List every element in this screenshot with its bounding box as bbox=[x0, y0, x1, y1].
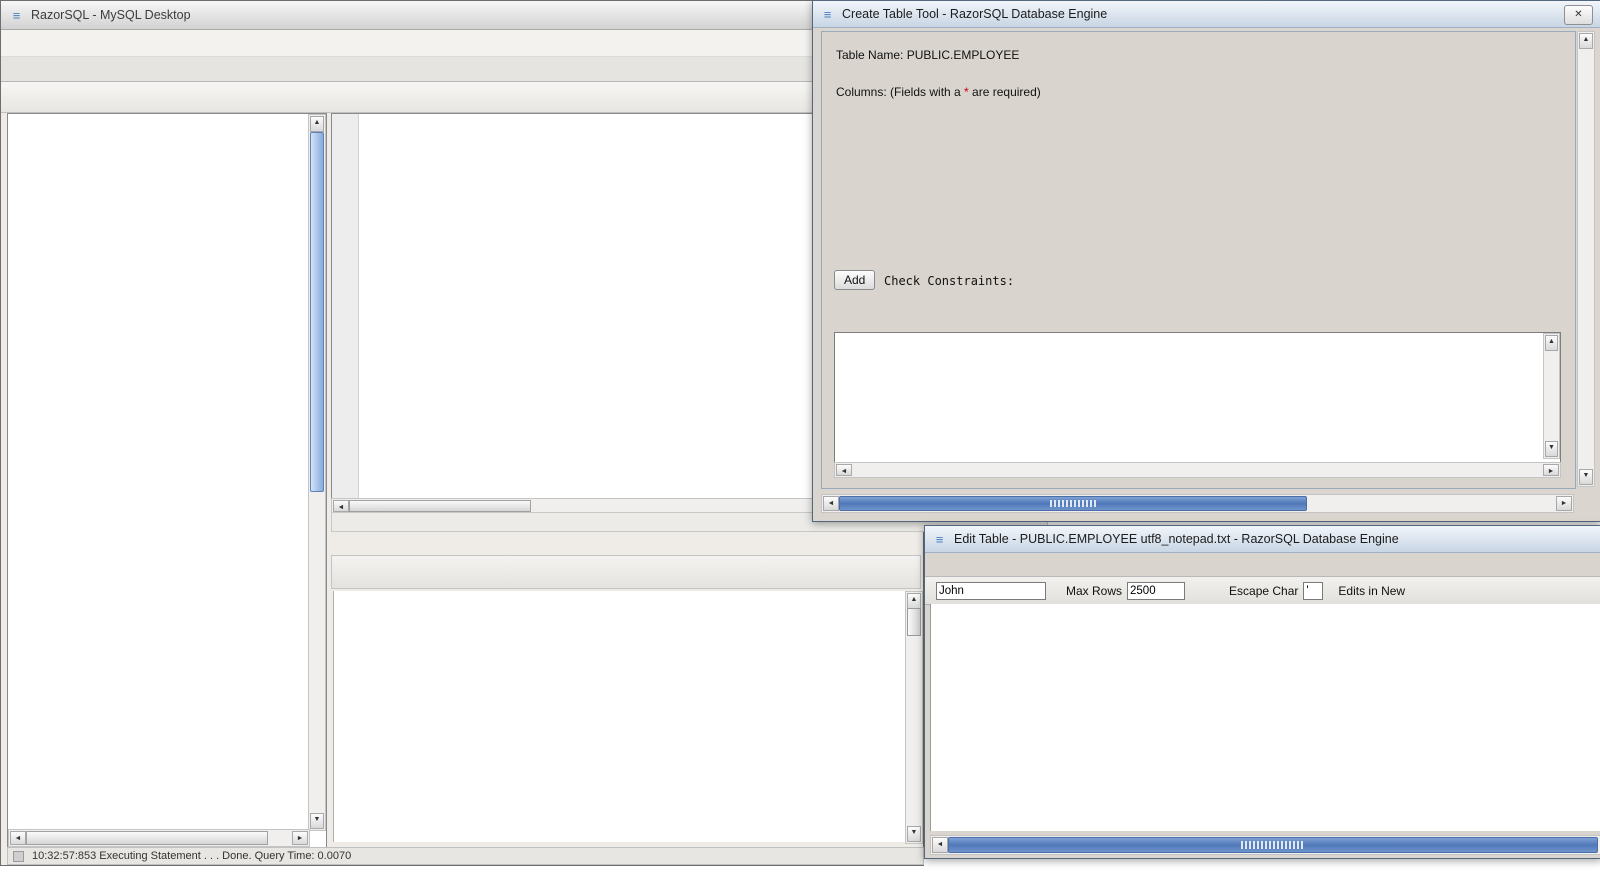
status-icon bbox=[13, 850, 24, 862]
main-status-bar: 10:32:57:853 Executing Statement . . . D… bbox=[7, 847, 924, 865]
scroll-down-icon[interactable]: ▼ bbox=[310, 813, 324, 829]
razorsql-app-icon: ≡ bbox=[935, 531, 944, 547]
scroll-up-icon[interactable]: ▲ bbox=[907, 593, 921, 609]
razorsql-app-icon: ≡ bbox=[12, 7, 21, 23]
scroll-left-icon[interactable]: ◄ bbox=[333, 500, 349, 512]
edit-table-tab-bar bbox=[925, 552, 930, 576]
add-column-button[interactable]: Add bbox=[834, 270, 876, 290]
status-message: 10:32:57:853 Executing Statement . . . D… bbox=[32, 850, 352, 862]
edit-table-window: ≡ Edit Table - PUBLIC.EMPLOYEE utf8_note… bbox=[924, 525, 1600, 859]
edits-in-new-label: Edits in New bbox=[1338, 583, 1406, 598]
results-vertical-scrollbar[interactable]: ▲ ▼ bbox=[905, 591, 923, 844]
desktop: ≡ RazorSQL - MySQL Desktop ▲ ▼ ◄ ► ◄ ► bbox=[0, 0, 1600, 882]
scroll-left-icon[interactable]: ◄ bbox=[823, 496, 839, 511]
edit-table-titlebar[interactable]: ≡ Edit Table - PUBLIC.EMPLOYEE utf8_note… bbox=[925, 526, 1600, 553]
sql-horizontal-scrollbar[interactable]: ◄ ► bbox=[834, 462, 1561, 478]
window-vertical-scrollbar[interactable]: ▲ ▼ bbox=[1577, 31, 1595, 487]
scroll-down-icon[interactable]: ▼ bbox=[1545, 441, 1558, 457]
tree-scroll-thumb[interactable] bbox=[310, 132, 324, 492]
scroll-right-icon[interactable]: ► bbox=[1543, 464, 1559, 476]
main-toolbar bbox=[1, 82, 923, 113]
go-max-rows-icon[interactable] bbox=[1190, 581, 1210, 601]
results-grid[interactable] bbox=[333, 591, 906, 842]
scroll-left-icon[interactable]: ◄ bbox=[836, 464, 852, 476]
scroll-right-icon[interactable]: ► bbox=[292, 831, 308, 845]
main-window: ≡ RazorSQL - MySQL Desktop ▲ ▼ ◄ ► ◄ ► bbox=[0, 0, 1048, 866]
create-table-window: ≡ Create Table Tool - RazorSQL Database … bbox=[812, 0, 1600, 522]
table-name-label: Table Name: PUBLIC.EMPLOYEE bbox=[836, 48, 1020, 62]
create-table-body: Table Name: PUBLIC.EMPLOYEE Columns: (Fi… bbox=[821, 31, 1576, 489]
find-value-input[interactable] bbox=[936, 581, 1046, 600]
main-window-title: RazorSQL - MySQL Desktop bbox=[31, 8, 191, 22]
tree-vertical-scrollbar[interactable]: ▲ ▼ bbox=[308, 114, 326, 831]
tree-horizontal-scrollbar[interactable]: ◄ ► bbox=[8, 829, 310, 847]
main-titlebar[interactable]: ≡ RazorSQL - MySQL Desktop bbox=[1, 1, 923, 30]
scroll-up-icon[interactable]: ▲ bbox=[310, 116, 324, 132]
check-constraints-label: Check Constraints: bbox=[884, 274, 1015, 288]
edit-grid-hscroll-thumb[interactable] bbox=[948, 837, 1598, 853]
create-table-titlebar[interactable]: ≡ Create Table Tool - RazorSQL Database … bbox=[813, 1, 1600, 28]
tree-hscroll-thumb[interactable] bbox=[26, 831, 268, 845]
create-table-title: Create Table Tool - RazorSQL Database En… bbox=[842, 7, 1108, 21]
escape-char-label: Escape Char bbox=[1229, 583, 1299, 598]
results-toolbar bbox=[331, 555, 921, 589]
max-rows-label: Max Rows bbox=[1066, 583, 1123, 598]
edit-table-toolbar: Max Rows Escape Char Edits in New bbox=[925, 576, 1600, 605]
connection-tab-bar bbox=[1, 57, 923, 82]
scroll-up-icon[interactable]: ▲ bbox=[1579, 33, 1593, 49]
scroll-right-icon[interactable]: ► bbox=[1556, 496, 1572, 511]
scroll-down-icon[interactable]: ▼ bbox=[907, 826, 921, 842]
window-hscroll-thumb[interactable] bbox=[839, 496, 1307, 511]
database-tree-panel: ▲ ▼ ◄ ► bbox=[7, 113, 327, 848]
editor-hscroll-thumb[interactable] bbox=[349, 500, 531, 512]
scroll-left-icon[interactable]: ◄ bbox=[932, 837, 948, 853]
max-rows-input[interactable] bbox=[1127, 581, 1186, 600]
result-tab-bar bbox=[331, 530, 924, 555]
scroll-left-icon[interactable]: ◄ bbox=[10, 831, 26, 845]
scroll-up-icon[interactable]: ▲ bbox=[1545, 335, 1558, 351]
results-scroll-thumb[interactable] bbox=[907, 608, 921, 636]
edit-table-grid[interactable] bbox=[930, 604, 1600, 831]
window-horizontal-scrollbar[interactable]: ◄ ► bbox=[821, 494, 1574, 513]
menu-bar bbox=[1, 30, 923, 57]
scroll-down-icon[interactable]: ▼ bbox=[1579, 469, 1593, 485]
razorsql-app-icon: ≡ bbox=[823, 6, 832, 22]
sql-vertical-scrollbar[interactable]: ▲ ▼ bbox=[1543, 333, 1560, 459]
close-window-icon[interactable]: ✕ bbox=[1564, 5, 1593, 25]
edit-grid-horizontal-scrollbar[interactable]: ◄ bbox=[930, 835, 1600, 855]
generated-sql-textarea[interactable] bbox=[834, 332, 1561, 466]
edit-table-title: Edit Table - PUBLIC.EMPLOYEE utf8_notepa… bbox=[954, 532, 1399, 546]
columns-label: Columns: (Fields with a * are required) bbox=[836, 85, 1041, 99]
database-tree[interactable] bbox=[10, 116, 309, 830]
escape-char-input[interactable] bbox=[1303, 581, 1324, 600]
